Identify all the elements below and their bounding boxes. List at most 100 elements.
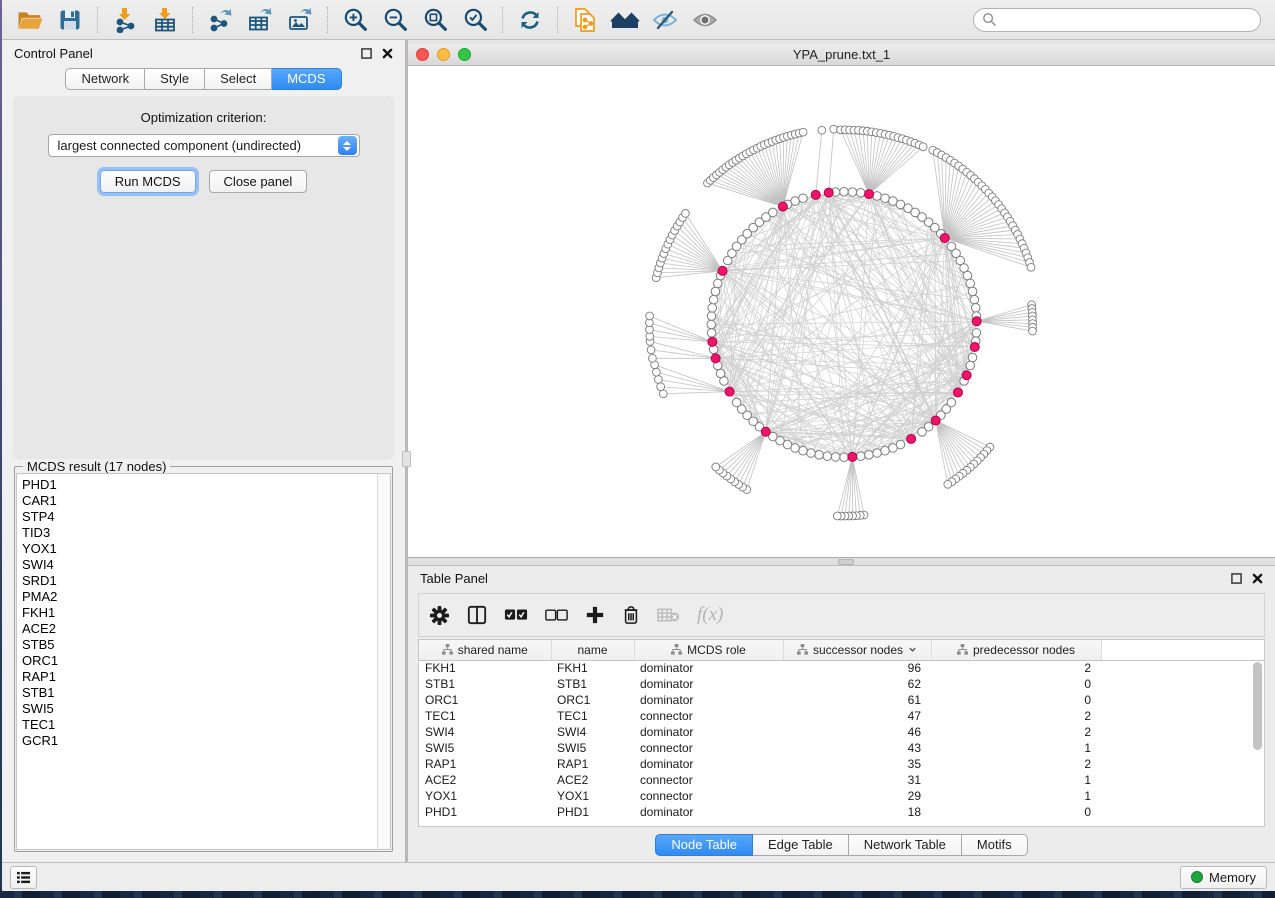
table-cell[interactable]: 31	[783, 772, 931, 788]
delete-columns-button[interactable]	[622, 605, 640, 625]
table-row[interactable]: ORC1ORC1dominator610	[419, 692, 1264, 708]
mcds-result-item[interactable]: RAP1	[22, 669, 390, 685]
tab-network-table[interactable]: Network Table	[849, 834, 962, 856]
open-file-button[interactable]	[10, 4, 50, 36]
tab-mcds[interactable]: MCDS	[272, 68, 341, 90]
export-network-button[interactable]	[200, 4, 240, 36]
mcds-result-item[interactable]: FKH1	[22, 605, 390, 621]
mcds-result-item[interactable]: TEC1	[22, 717, 390, 733]
table-cell[interactable]: RAP1	[551, 756, 634, 772]
delete-table-button[interactable]	[657, 607, 680, 623]
table-cell[interactable]: dominator	[634, 660, 783, 676]
close-panel-icon[interactable]	[382, 48, 393, 59]
table-row[interactable]: STB1STB1dominator620	[419, 676, 1264, 692]
column-header-shared-name[interactable]: shared name	[419, 640, 551, 660]
column-header-name[interactable]: name	[551, 640, 634, 660]
show-column-button[interactable]	[467, 605, 487, 625]
import-network-button[interactable]	[105, 4, 145, 36]
tab-motifs[interactable]: Motifs	[962, 834, 1028, 856]
table-cell[interactable]: TEC1	[419, 708, 551, 724]
export-table-button[interactable]	[240, 4, 280, 36]
table-cell[interactable]: dominator	[634, 724, 783, 740]
column-header-MCDS-role[interactable]: MCDS role	[634, 640, 783, 660]
export-image-button[interactable]	[280, 4, 320, 36]
mcds-result-item[interactable]: CAR1	[22, 493, 390, 509]
zoom-selected-button[interactable]	[455, 4, 495, 36]
create-column-button[interactable]	[585, 605, 605, 625]
column-header-predecessor-nodes[interactable]: predecessor nodes	[931, 640, 1101, 660]
hide-selected-button[interactable]	[645, 4, 685, 36]
table-cell[interactable]: 2	[931, 756, 1101, 772]
table-cell[interactable]: 62	[783, 676, 931, 692]
divider-grip[interactable]	[838, 559, 854, 565]
table-row[interactable]: SWI5SWI5connector431	[419, 740, 1264, 756]
zoom-out-button[interactable]	[375, 4, 415, 36]
table-settings-button[interactable]	[429, 605, 450, 626]
table-cell[interactable]: SWI4	[551, 724, 634, 740]
table-cell[interactable]: ACE2	[551, 772, 634, 788]
table-cell[interactable]: ORC1	[551, 692, 634, 708]
table-cell[interactable]: dominator	[634, 804, 783, 820]
table-row[interactable]: TEC1TEC1connector472	[419, 708, 1264, 724]
table-cell[interactable]: dominator	[634, 676, 783, 692]
vertical-split-divider[interactable]	[405, 40, 408, 862]
table-row[interactable]: SWI4SWI4dominator462	[419, 724, 1264, 740]
table-cell[interactable]: SWI5	[551, 740, 634, 756]
table-cell[interactable]: 96	[783, 660, 931, 676]
table-cell[interactable]: FKH1	[419, 660, 551, 676]
mcds-result-list[interactable]: PHD1CAR1STP4TID3YOX1SWI4SRD1PMA2FKH1ACE2…	[16, 473, 391, 850]
table-cell[interactable]: dominator	[634, 756, 783, 772]
table-cell[interactable]: SWI4	[419, 724, 551, 740]
save-session-button[interactable]	[50, 4, 90, 36]
divider-grip[interactable]	[402, 451, 411, 467]
float-panel-icon[interactable]	[361, 48, 372, 59]
table-cell[interactable]: 0	[931, 676, 1101, 692]
import-table-button[interactable]	[145, 4, 185, 36]
first-neighbors-button[interactable]	[605, 4, 645, 36]
show-all-button[interactable]	[685, 4, 725, 36]
table-cell[interactable]: SWI5	[419, 740, 551, 756]
select-all-columns-button[interactable]	[504, 608, 528, 622]
mcds-result-item[interactable]: SWI4	[22, 557, 390, 573]
table-cell[interactable]: 1	[931, 772, 1101, 788]
table-cell[interactable]: TEC1	[551, 708, 634, 724]
table-cell[interactable]: connector	[634, 772, 783, 788]
table-cell[interactable]: FKH1	[551, 660, 634, 676]
criterion-dropdown[interactable]: largest connected component (undirected)	[48, 134, 360, 157]
table-row[interactable]: FKH1FKH1dominator962	[419, 660, 1264, 676]
zoom-in-button[interactable]	[335, 4, 375, 36]
mcds-result-item[interactable]: STB5	[22, 637, 390, 653]
close-panel-button[interactable]: Close panel	[209, 170, 308, 193]
table-scrollbar-thumb[interactable]	[1253, 662, 1262, 750]
table-cell[interactable]: 1	[931, 788, 1101, 804]
mcds-result-item[interactable]: GCR1	[22, 733, 390, 749]
table-row[interactable]: ACE2ACE2connector311	[419, 772, 1264, 788]
table-cell[interactable]: 61	[783, 692, 931, 708]
mcds-result-item[interactable]: ORC1	[22, 653, 390, 669]
table-cell[interactable]: 2	[931, 708, 1101, 724]
table-cell[interactable]: connector	[634, 740, 783, 756]
search-input[interactable]	[997, 13, 1252, 27]
table-cell[interactable]: dominator	[634, 692, 783, 708]
clone-network-button[interactable]	[565, 4, 605, 36]
mcds-result-item[interactable]: ACE2	[22, 621, 390, 637]
mcds-result-item[interactable]: SRD1	[22, 573, 390, 589]
table-cell[interactable]: connector	[634, 708, 783, 724]
mcds-result-item[interactable]: STB1	[22, 685, 390, 701]
refresh-view-button[interactable]	[510, 4, 550, 36]
table-cell[interactable]: RAP1	[419, 756, 551, 772]
table-cell[interactable]: STB1	[551, 676, 634, 692]
table-cell[interactable]: ORC1	[419, 692, 551, 708]
table-cell[interactable]: 0	[931, 692, 1101, 708]
network-graph[interactable]	[408, 66, 1275, 557]
run-mcds-button[interactable]: Run MCDS	[100, 170, 196, 193]
mcds-result-item[interactable]: PMA2	[22, 589, 390, 605]
table-cell[interactable]: 46	[783, 724, 931, 740]
table-cell[interactable]: 35	[783, 756, 931, 772]
horizontal-split-divider[interactable]	[408, 558, 1275, 566]
table-cell[interactable]: PHD1	[551, 804, 634, 820]
tab-style[interactable]: Style	[145, 68, 205, 90]
float-panel-icon[interactable]	[1231, 573, 1242, 584]
table-row[interactable]: YOX1YOX1connector291	[419, 788, 1264, 804]
table-row[interactable]: RAP1RAP1dominator352	[419, 756, 1264, 772]
